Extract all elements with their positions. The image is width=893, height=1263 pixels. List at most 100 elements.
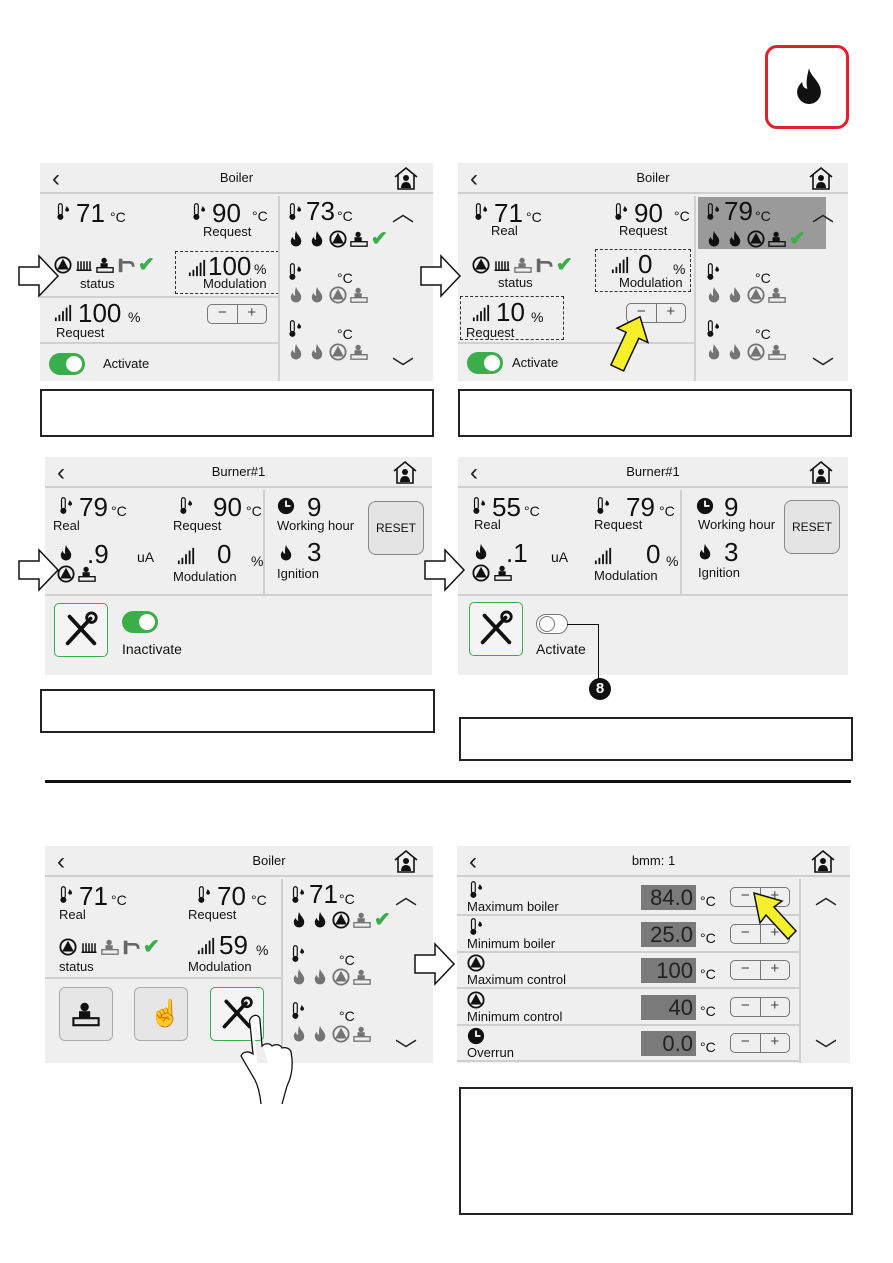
setting-stepper[interactable]: − + — [730, 1033, 790, 1053]
setting-row: Minimum control 40 °C − + — [457, 990, 799, 1026]
scroll-up-button[interactable]: ︿ — [812, 196, 834, 228]
settings-tools-button[interactable] — [469, 602, 523, 656]
scroll-down-button[interactable]: ﹀ — [812, 351, 834, 381]
thermometer-icon — [704, 263, 722, 281]
scroll-up-button[interactable]: ︿ — [815, 879, 837, 911]
scroll-up-button[interactable]: ︿ — [395, 879, 417, 911]
tap-icon — [535, 256, 553, 274]
request-unit: °C — [251, 892, 267, 908]
real-unit: °C — [524, 503, 540, 519]
plus-button[interactable]: + — [761, 961, 790, 979]
real-unit: °C — [111, 503, 127, 519]
home-icon[interactable] — [808, 460, 834, 484]
screen-title: Boiler — [219, 170, 254, 185]
chimney-sweep-icon — [768, 286, 786, 304]
tapping-hand-icon — [240, 1014, 293, 1105]
working-hours-label: Working hour — [698, 517, 776, 532]
chimney-sweep-icon — [514, 256, 532, 274]
setting-label: Maximum boiler — [467, 899, 559, 914]
modulation-value: 0 — [217, 539, 232, 569]
plus-button[interactable]: + — [238, 305, 267, 323]
setting-value[interactable]: 84.0 — [641, 885, 696, 910]
signal-bars-icon — [54, 304, 72, 322]
burner3-unit: °C — [339, 1008, 355, 1024]
flame-icon — [311, 911, 329, 929]
activate-toggle[interactable] — [49, 353, 85, 375]
activate-toggle[interactable] — [467, 352, 503, 374]
real-label: Real — [53, 518, 80, 533]
setting-value[interactable]: 25.0 — [641, 921, 696, 947]
scroll-down-button[interactable]: ﹀ — [392, 351, 414, 381]
chimney-sweep-icon — [768, 343, 786, 361]
temp-unit: °C — [111, 892, 127, 908]
plus-button[interactable]: + — [657, 304, 686, 322]
modulation-label: Modulation — [594, 568, 658, 583]
setting-row: Minimum boiler 25.0 °C − + — [457, 917, 799, 953]
request-percent: 10 — [496, 297, 525, 327]
current-unit: uA — [137, 549, 155, 565]
minus-button[interactable]: − — [731, 997, 761, 1016]
setting-value[interactable]: 40 — [641, 994, 696, 1020]
setting-label: Minimum boiler — [467, 935, 556, 951]
modulation-value: 59 — [219, 930, 248, 960]
minus-button[interactable]: − — [731, 961, 761, 979]
pump-icon — [329, 230, 347, 248]
scroll-up-button[interactable]: ︿ — [392, 196, 414, 228]
check-icon: ✔ — [371, 228, 388, 250]
home-icon[interactable] — [808, 166, 834, 190]
reset-button[interactable]: RESET — [368, 501, 424, 555]
thermometer-icon — [57, 497, 75, 515]
burner-toggle[interactable] — [122, 611, 158, 633]
section-divider — [45, 780, 851, 783]
burner-toggle[interactable] — [536, 614, 568, 634]
home-icon[interactable] — [393, 849, 419, 873]
modulation-label: Modulation — [188, 959, 252, 974]
chimney-sweep-button[interactable] — [59, 987, 113, 1041]
minus-button[interactable]: − — [731, 1034, 761, 1052]
boiler-temp: 71 — [76, 198, 105, 228]
thermometer-icon — [289, 886, 307, 904]
ignition-label: Ignition — [277, 566, 319, 581]
caption-box — [459, 717, 853, 761]
signal-bars-icon — [177, 547, 195, 565]
radiator-icon — [493, 256, 511, 274]
pointer-arrow-icon — [424, 548, 466, 592]
plus-button[interactable]: + — [761, 997, 790, 1016]
scroll-down-button[interactable]: ﹀ — [815, 1033, 837, 1063]
reset-button[interactable]: RESET — [784, 500, 840, 554]
setting-value[interactable]: 0.0 — [641, 1031, 696, 1056]
thermometer-request-icon — [190, 203, 208, 221]
signal-bars-icon — [472, 304, 490, 322]
setting-value[interactable]: 100 — [641, 958, 696, 983]
manual-mode-button[interactable]: ☝ — [134, 987, 188, 1041]
setting-unit: °C — [700, 966, 716, 982]
setting-stepper[interactable]: − + — [730, 996, 790, 1017]
home-icon[interactable] — [393, 166, 419, 190]
home-icon[interactable] — [810, 849, 836, 873]
real-label: Real — [59, 907, 86, 922]
boiler-screen-2: ‹ Boiler 71 °C Real 90 °C Request ✔ status … — [458, 163, 848, 381]
request-stepper[interactable]: − + — [207, 304, 267, 324]
ionisation-current: .9 — [87, 539, 109, 569]
real-label: Real — [491, 223, 518, 238]
status-label: status — [80, 276, 115, 291]
caption-box — [458, 389, 852, 437]
setting-stepper[interactable]: − + — [730, 960, 790, 980]
flame-icon — [287, 343, 305, 361]
back-button[interactable]: ‹ — [57, 848, 65, 876]
check-icon: ✔ — [374, 909, 391, 931]
ionisation-current: .1 — [506, 538, 528, 568]
minus-button[interactable]: − — [208, 305, 238, 323]
plus-button[interactable]: + — [761, 1034, 790, 1052]
pump-icon — [332, 911, 350, 929]
percent-unit: % — [531, 309, 544, 325]
scroll-down-button[interactable]: ﹀ — [395, 1033, 417, 1063]
thermometer-request-icon — [612, 203, 630, 221]
settings-tools-button[interactable] — [54, 603, 108, 657]
flame-icon — [705, 286, 723, 304]
burner2-unit: °C — [755, 270, 771, 286]
modulation-label: Modulation — [203, 276, 267, 291]
pump-icon — [747, 286, 765, 304]
toggle-label: Inactivate — [122, 641, 182, 657]
home-icon[interactable] — [392, 460, 418, 484]
